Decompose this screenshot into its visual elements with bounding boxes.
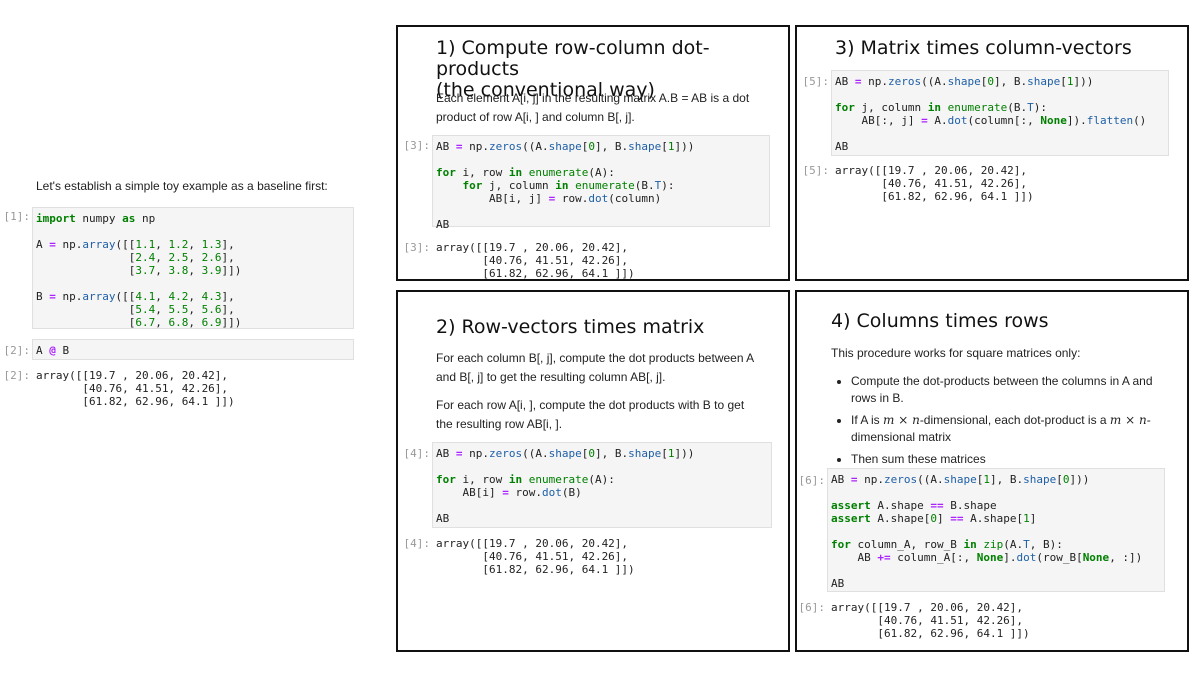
panel3-in-prompt: [5]:: [802, 75, 830, 88]
bullet2-math-1: m × n: [883, 413, 920, 427]
panel2-code-cell[interactable]: AB = np.zeros((A.shape[0], B.shape[1])) …: [432, 442, 772, 528]
panel-row-column: 1) Compute row-column dot-products (the …: [396, 25, 790, 281]
panel2-description-2: For each row A[i, ], compute the dot pro…: [436, 398, 745, 431]
panel3-output: array([[19.7 , 20.06, 20.42], [40.76, 41…: [835, 164, 1034, 203]
code-cell-2-source: A @ B: [36, 344, 70, 357]
panel4-output: array([[19.7 , 20.06, 20.42], [40.76, 41…: [831, 601, 1030, 640]
panel3-title: 3) Matrix times column-vectors: [835, 37, 1132, 59]
panel4-bullet-3: Then sum these matrices: [851, 451, 1171, 468]
panel1-out-prompt: [3]:: [403, 241, 431, 254]
output-2: array([[19.7 , 20.06, 20.42], [40.76, 41…: [36, 369, 235, 408]
panel4-out-prompt: [6]:: [798, 601, 826, 614]
code-cell-1[interactable]: import numpy as np A = np.array([[1.1, 1…: [32, 207, 354, 329]
panel1-title-line1: 1) Compute row-column dot-products: [436, 37, 710, 80]
code-cell-2[interactable]: A @ B: [32, 339, 354, 360]
panel4-bullet-list: Compute the dot-products between the col…: [831, 373, 1171, 473]
panel-row-vectors: 2) Row-vectors times matrix For each col…: [396, 290, 790, 652]
cell1-prompt: [1]:: [3, 210, 31, 223]
panel1-description: Each element A[i, j] in the resulting ma…: [436, 91, 750, 124]
panel4-bullet-2: If A is m × n-dimensional, each dot-prod…: [851, 412, 1171, 446]
panel2-code: AB = np.zeros((A.shape[0], B.shape[1])) …: [436, 447, 695, 525]
panel3-out-prompt: [5]:: [802, 164, 830, 177]
panel4-description: This procedure works for square matrices…: [831, 346, 1081, 360]
panel2-title: 2) Row-vectors times matrix: [436, 316, 705, 338]
panel4-title: 4) Columns times rows: [831, 310, 1049, 332]
panel1-in-prompt: [3]:: [403, 139, 431, 152]
panel4-code: AB = np.zeros((A.shape[1], B.shape[0])) …: [831, 473, 1143, 590]
panel2-description-1: For each column B[, j], compute the dot …: [436, 351, 754, 384]
panel4-code-cell[interactable]: AB = np.zeros((A.shape[1], B.shape[0])) …: [827, 468, 1165, 592]
panel-matrix-columns: 3) Matrix times column-vectors [5]: AB =…: [795, 25, 1189, 281]
bullet2-math-2: m × n: [1109, 413, 1147, 427]
panel1-code-cell[interactable]: AB = np.zeros((A.shape[0], B.shape[1])) …: [432, 135, 770, 231]
panel3-code-cell[interactable]: AB = np.zeros((A.shape[0], B.shape[1])) …: [831, 70, 1169, 156]
panel-columns-rows: 4) Columns times rows This procedure wor…: [795, 290, 1189, 652]
panel2-in-prompt: [4]:: [403, 447, 431, 460]
panel1-code: AB = np.zeros((A.shape[0], B.shape[1])) …: [436, 140, 695, 231]
panel2-out-prompt: [4]:: [403, 537, 431, 550]
bullet2-text-b: -dimensional, each dot-product is a: [919, 413, 1110, 427]
out2-prompt: [2]:: [3, 369, 31, 382]
panel2-output: array([[19.7 , 20.06, 20.42], [40.76, 41…: [436, 537, 635, 576]
cell2-prompt: [2]:: [3, 344, 31, 357]
code-cell-1-source: import numpy as np A = np.array([[1.1, 1…: [36, 212, 242, 329]
panel3-code: AB = np.zeros((A.shape[0], B.shape[1])) …: [835, 75, 1147, 153]
intro-text: Let's establish a simple toy example as …: [36, 179, 328, 193]
bullet2-text-a: If A is: [851, 413, 884, 427]
panel1-output: array([[19.7 , 20.06, 20.42], [40.76, 41…: [436, 241, 635, 280]
panel4-in-prompt: [6]:: [798, 474, 826, 487]
panel4-bullet-1: Compute the dot-products between the col…: [851, 373, 1171, 407]
